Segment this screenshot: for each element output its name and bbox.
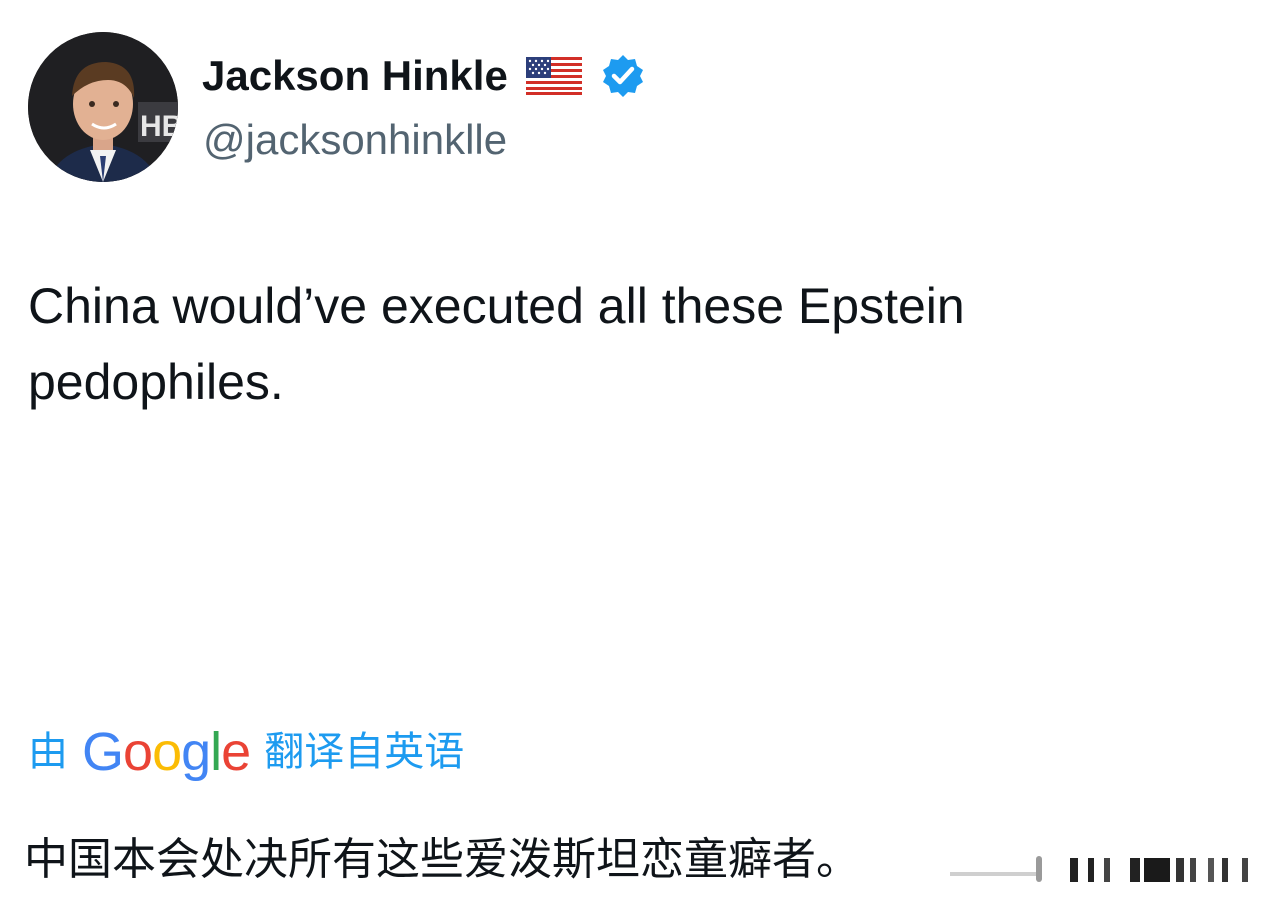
translation-attribution[interactable]: 由 Google 翻译自英语 (28, 722, 464, 782)
verified-badge-icon (600, 53, 646, 99)
google-letter-o2: o (152, 722, 182, 782)
avatar-logo-text: HB (140, 110, 178, 143)
google-letter-g: G (82, 722, 124, 782)
google-letter-g2: g (181, 722, 211, 782)
author-display-name[interactable]: Jackson Hinkle (202, 52, 508, 100)
avatar-photo: HB (28, 32, 178, 182)
avatar[interactable]: HB (28, 32, 178, 182)
translated-by-label: 由 (28, 729, 68, 775)
tweet-text: China would’ve executed all these Epstei… (28, 278, 965, 410)
author-handle[interactable]: @jacksonhinklle (203, 116, 507, 164)
translated-from-label: 翻译自英语 (264, 729, 465, 775)
google-letter-e: e (221, 722, 251, 782)
translated-tweet-text: 中国本会处决所有这些爱泼斯坦恋童癖者。 (24, 834, 860, 885)
google-letter-o1: o (123, 722, 153, 782)
google-letter-l: l (210, 722, 222, 782)
google-logo: Google (82, 722, 251, 782)
us-flag-icon (525, 57, 582, 95)
author-name-row[interactable]: Jackson Hinkle (202, 52, 646, 100)
watermark-artifact (940, 846, 1260, 886)
